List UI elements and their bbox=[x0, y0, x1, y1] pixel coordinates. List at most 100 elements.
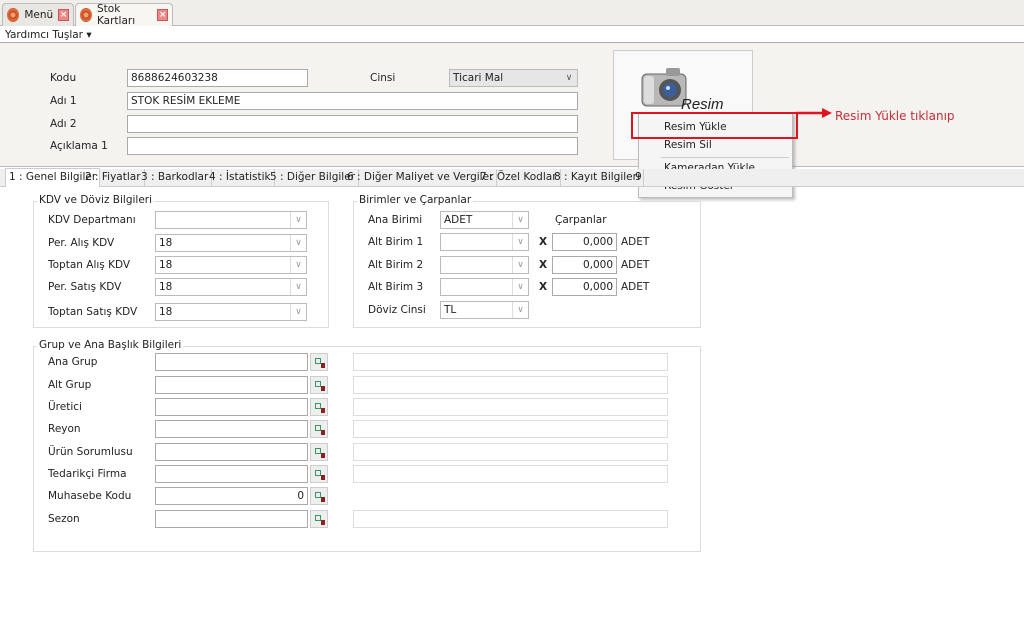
doviz-select[interactable]: TL ∨ bbox=[440, 301, 529, 319]
alt-birim-select[interactable]: ∨ bbox=[440, 256, 529, 274]
carpan-input[interactable]: 0,000 bbox=[552, 256, 617, 274]
grup-code-input[interactable] bbox=[155, 353, 308, 371]
tab-ozel-kodlar[interactable]: 7 : Özel Kodlar bbox=[477, 169, 561, 187]
chevron-down-icon: ∨ bbox=[290, 257, 306, 273]
carpan-unit: ADET bbox=[621, 281, 650, 293]
close-icon[interactable]: × bbox=[157, 9, 168, 21]
tab-kayit-bilgileri[interactable]: 8 : Kayıt Bilgileri bbox=[551, 169, 644, 187]
alt-birim-label: Alt Birim 1 bbox=[368, 236, 424, 248]
close-icon[interactable]: × bbox=[58, 9, 69, 21]
tab-diger-maliyet[interactable]: 6 : Diğer Maliyet ve Vergiler bbox=[344, 169, 498, 187]
chevron-down-icon: ∨ bbox=[512, 212, 528, 228]
doc-tab-stok-kartlari[interactable]: Stok Kartları × bbox=[75, 3, 173, 27]
kdv-select[interactable]: 18 ∨ bbox=[155, 234, 307, 252]
adi1-input[interactable]: STOK RESİM EKLEME bbox=[127, 92, 578, 110]
lookup-icon[interactable] bbox=[310, 398, 328, 416]
kdv-label: Toptan Satış KDV bbox=[48, 306, 138, 318]
grup-code-input[interactable] bbox=[155, 443, 308, 461]
lookup-icon[interactable] bbox=[310, 376, 328, 394]
kodu-input[interactable]: 8688624603238 bbox=[127, 69, 308, 87]
tab-fiyatlar[interactable]: 2 : Fiyatlar bbox=[82, 169, 145, 187]
chevron-down-icon: ∨ bbox=[512, 234, 528, 250]
lookup-icon[interactable] bbox=[310, 510, 328, 528]
tab-9[interactable]: 9 bbox=[632, 169, 645, 187]
kdv-select[interactable]: 18 ∨ bbox=[155, 278, 307, 296]
grup-label: Ana Grup bbox=[48, 356, 98, 368]
grup-code-input[interactable] bbox=[155, 510, 308, 528]
adi2-input[interactable] bbox=[127, 115, 578, 133]
kdv-label: KDV Departmanı bbox=[48, 214, 136, 226]
menu-divider bbox=[661, 157, 789, 158]
lookup-icon[interactable] bbox=[310, 443, 328, 461]
multiply-sign: X bbox=[539, 259, 548, 271]
app-logo-icon bbox=[80, 8, 92, 22]
ana-birim-label: Ana Birimi bbox=[368, 214, 423, 226]
grup-code-input[interactable] bbox=[155, 465, 308, 483]
lookup-icon[interactable] bbox=[310, 353, 328, 371]
grup-desc-input[interactable] bbox=[353, 398, 668, 416]
grup-label: Ürün Sorumlusu bbox=[48, 446, 133, 458]
grup-desc-input[interactable] bbox=[353, 420, 668, 438]
tab-barkodlar[interactable]: 3 : Barkodlar bbox=[138, 169, 213, 187]
chevron-down-icon: ∨ bbox=[512, 279, 528, 295]
multiply-sign: X bbox=[539, 281, 548, 293]
doc-tab-label: Stok Kartları bbox=[96, 3, 136, 27]
chevron-down-icon: ∨ bbox=[290, 235, 306, 251]
tab-strip: 1 : Genel Bilgiler 2 : Fiyatlar 3 : Bark… bbox=[0, 168, 1024, 187]
kdv-label: Toptan Alış KDV bbox=[48, 259, 131, 271]
doc-tab-menu[interactable]: Menü × bbox=[2, 3, 74, 26]
doviz-value: TL bbox=[444, 304, 457, 316]
kdv-select[interactable]: 18 ∨ bbox=[155, 303, 307, 321]
grup-desc-input[interactable] bbox=[353, 353, 668, 371]
carpan-input[interactable]: 0,000 bbox=[552, 278, 617, 296]
grup-code-input[interactable]: 0 bbox=[155, 487, 308, 505]
cinsi-label: Cinsi bbox=[370, 72, 396, 84]
annotation-text: Resim Yükle tıklanıp bbox=[835, 109, 955, 123]
app-logo-icon bbox=[7, 8, 20, 22]
aciklama-label: Açıklama 1 bbox=[50, 140, 108, 152]
alt-birim-select[interactable]: ∨ bbox=[440, 233, 529, 251]
grup-desc-input[interactable] bbox=[353, 443, 668, 461]
carpan-unit: ADET bbox=[621, 236, 650, 248]
alt-birim-select[interactable]: ∨ bbox=[440, 278, 529, 296]
kdv-select[interactable]: 18 ∨ bbox=[155, 256, 307, 274]
kdv-group-title: KDV ve Döviz Bilgileri bbox=[37, 194, 155, 206]
alt-birim-label: Alt Birim 2 bbox=[368, 259, 424, 271]
cinsi-select[interactable]: Ticari Mal ∨ bbox=[449, 69, 578, 87]
kdv-value: 18 bbox=[159, 306, 173, 318]
kdv-value: 18 bbox=[159, 237, 173, 249]
lookup-icon[interactable] bbox=[310, 420, 328, 438]
chevron-down-icon: ∨ bbox=[290, 304, 306, 320]
aciklama-input[interactable] bbox=[127, 137, 578, 155]
multiply-sign: X bbox=[539, 236, 548, 248]
ana-birim-select[interactable]: ADET ∨ bbox=[440, 211, 529, 229]
grup-desc-input[interactable] bbox=[353, 465, 668, 483]
kdv-select[interactable]: ∨ bbox=[155, 211, 307, 229]
chevron-down-icon: ∨ bbox=[512, 302, 528, 318]
image-label: Resim bbox=[681, 96, 724, 113]
lookup-icon[interactable] bbox=[310, 487, 328, 505]
grup-label: Reyon bbox=[48, 423, 81, 435]
tab-istatistik[interactable]: 4 : İstatistik bbox=[206, 169, 275, 187]
arrow-icon bbox=[796, 108, 832, 118]
helper-keys-menu[interactable]: Yardımcı Tuşlar ▾ bbox=[5, 29, 92, 41]
cinsi-value: Ticari Mal bbox=[453, 72, 504, 84]
chevron-down-icon: ∨ bbox=[512, 257, 528, 273]
lookup-icon[interactable] bbox=[310, 465, 328, 483]
kdv-value: 18 bbox=[159, 281, 173, 293]
doviz-label: Döviz Cinsi bbox=[368, 304, 426, 316]
grup-code-input[interactable] bbox=[155, 398, 308, 416]
grup-desc-input[interactable] bbox=[353, 376, 668, 394]
menu-item-resim-sil[interactable]: Resim Sil bbox=[664, 139, 712, 151]
grup-code-input[interactable] bbox=[155, 376, 308, 394]
grup-desc-input[interactable] bbox=[353, 510, 668, 528]
grup-label: Alt Grup bbox=[48, 379, 92, 391]
kdv-label: Per. Satış KDV bbox=[48, 281, 122, 293]
kodu-label: Kodu bbox=[50, 72, 77, 84]
grup-label: Üretici bbox=[48, 401, 82, 413]
grup-label: Muhasebe Kodu bbox=[48, 490, 132, 502]
ana-birim-value: ADET bbox=[444, 214, 473, 226]
carpan-input[interactable]: 0,000 bbox=[552, 233, 617, 251]
grup-code-input[interactable] bbox=[155, 420, 308, 438]
kdv-value: 18 bbox=[159, 259, 173, 271]
